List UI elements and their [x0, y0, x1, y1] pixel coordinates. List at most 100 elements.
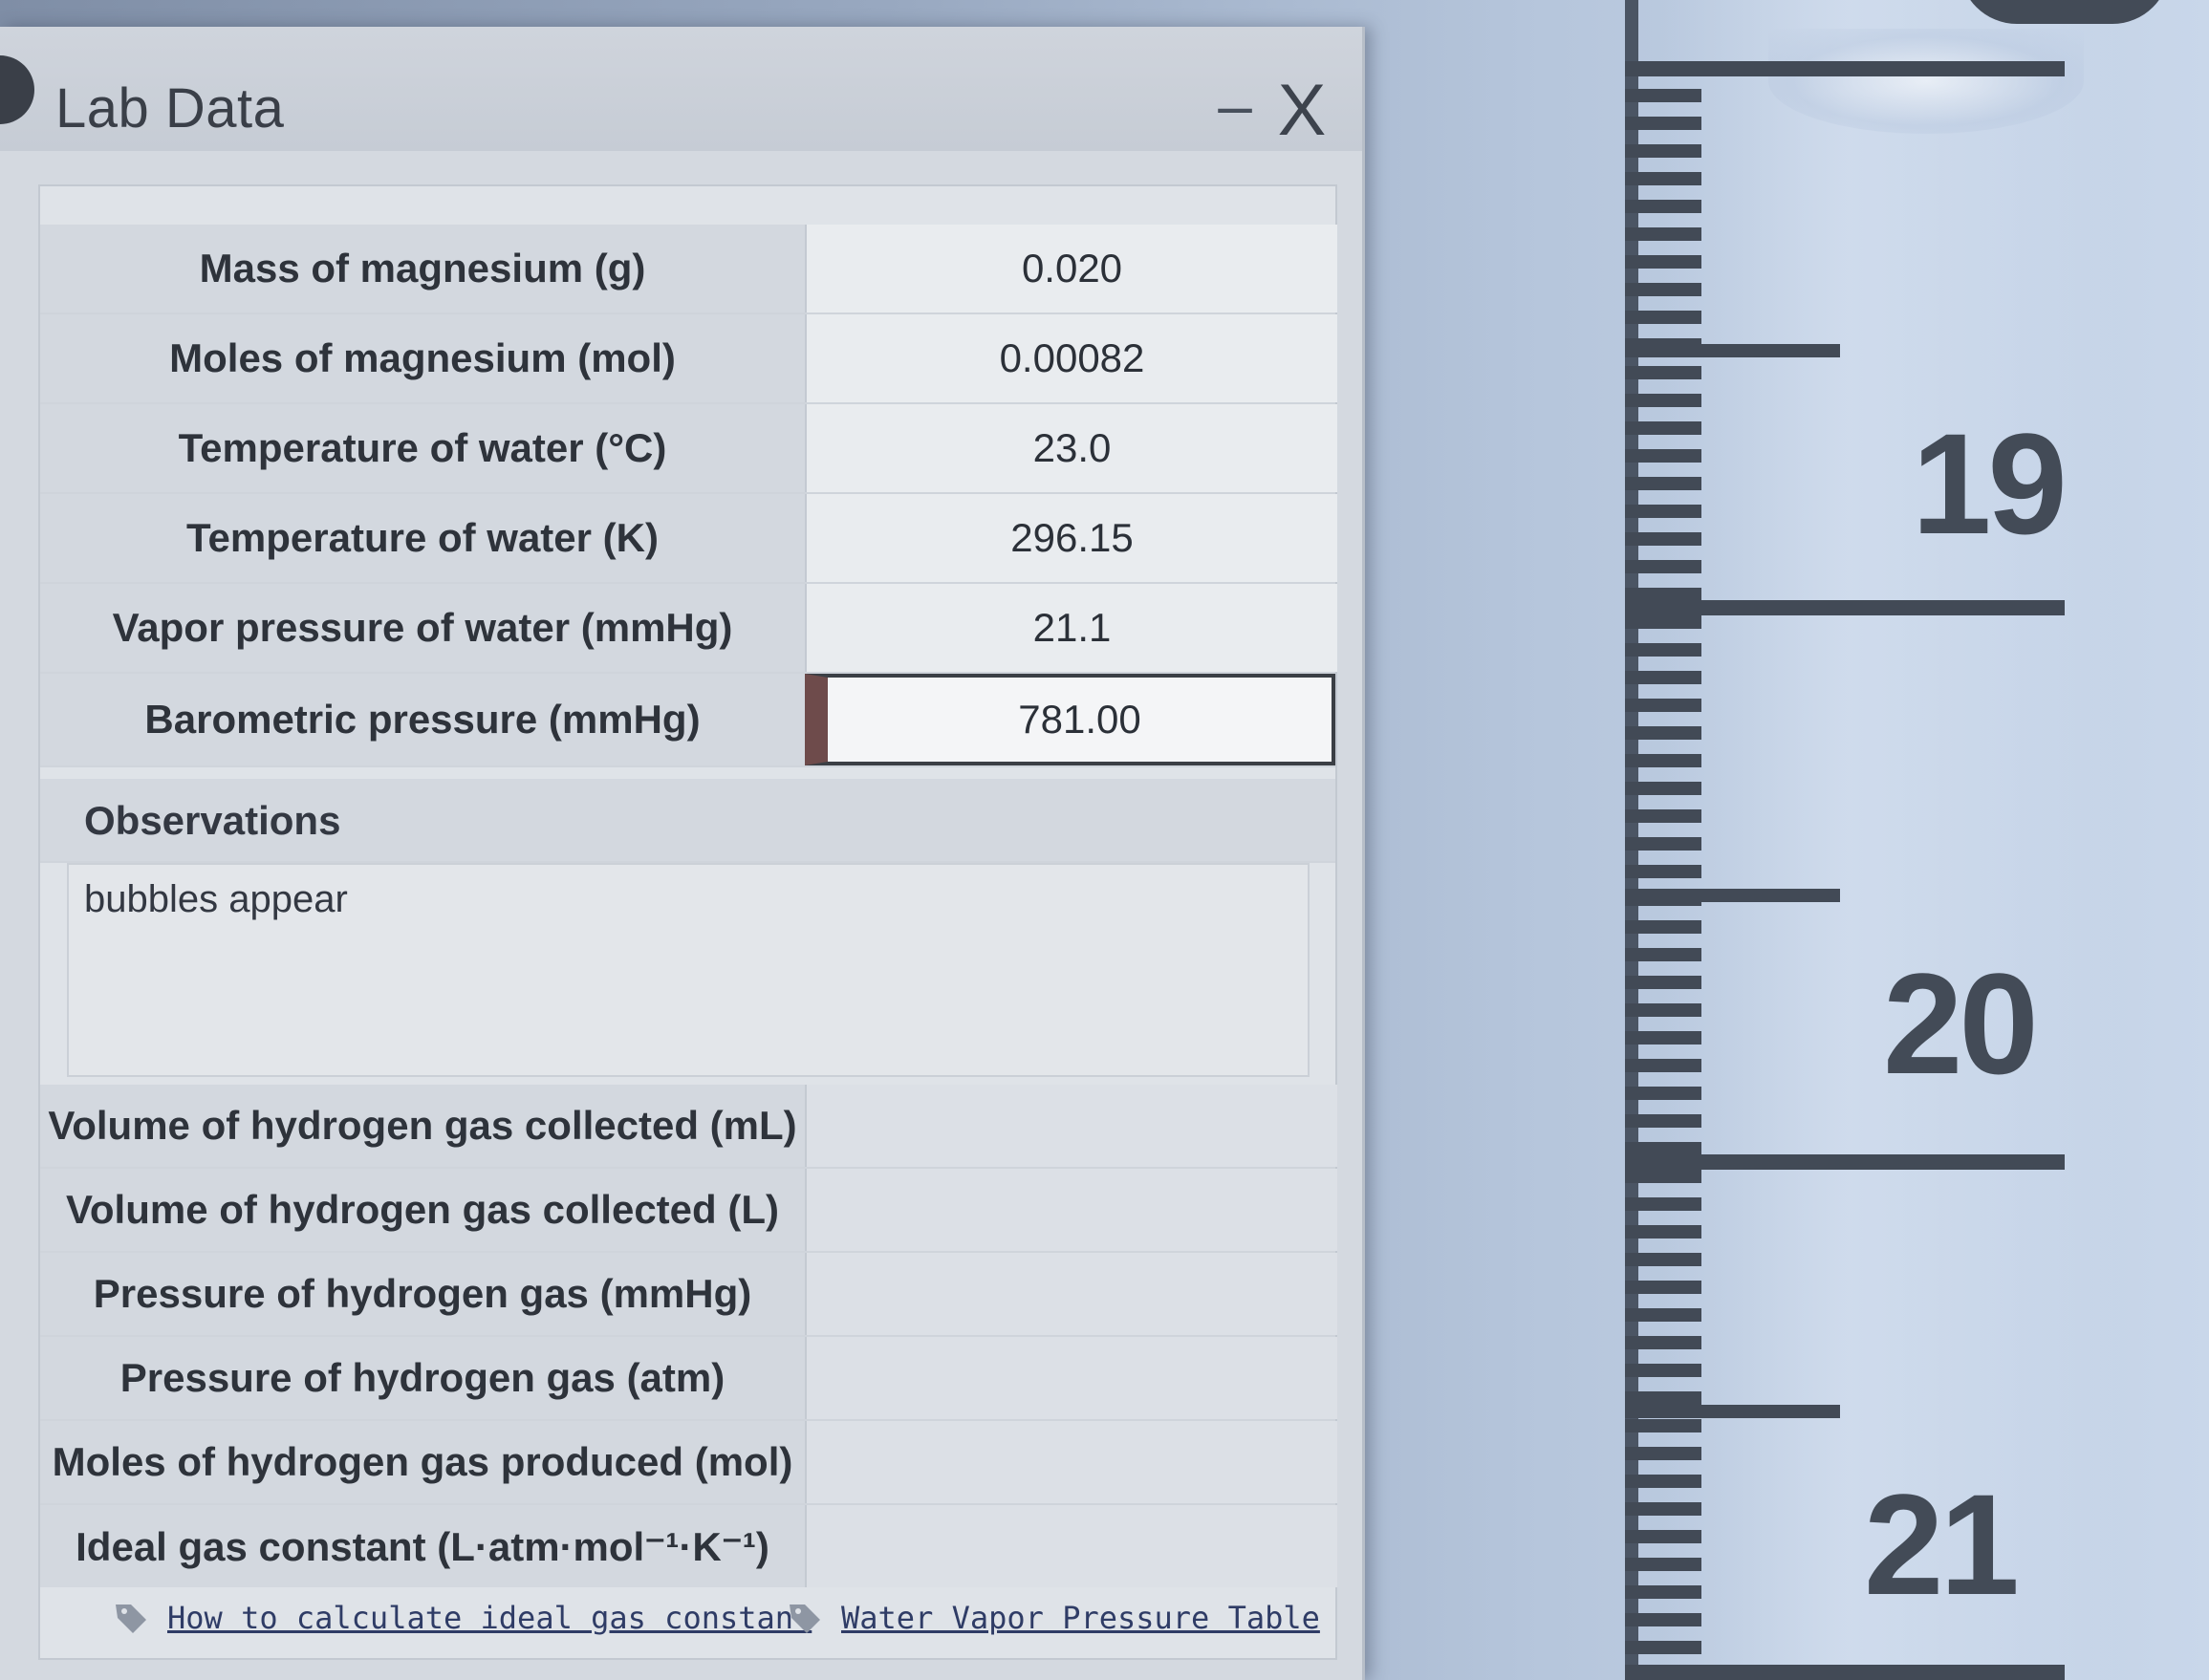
scale-tick-major — [1625, 61, 2065, 76]
scale-tick — [1625, 1613, 1701, 1626]
table-row: Moles of hydrogen gas produced (mol) — [40, 1421, 1337, 1505]
tag-icon — [116, 1605, 146, 1633]
table-row: Volume of hydrogen gas collected (L) — [40, 1169, 1337, 1253]
result-input[interactable] — [805, 1253, 1337, 1335]
vapor-pressure-table-link[interactable]: Water Vapor Pressure Table — [786, 1599, 1320, 1637]
scale-tick — [1625, 227, 1701, 241]
scale-tick — [1625, 144, 1701, 158]
scale-tick — [1625, 1336, 1701, 1349]
result-input[interactable] — [805, 1169, 1337, 1251]
scale-tick — [1625, 920, 1701, 934]
help-links: How to calculate ideal gas constant Wate… — [40, 1589, 1335, 1666]
result-input[interactable] — [805, 1505, 1337, 1587]
scale-tick — [1625, 1197, 1701, 1211]
window-title: Lab Data — [55, 77, 285, 140]
scale-tick — [1625, 837, 1701, 851]
row-value: 21.1 — [805, 584, 1337, 672]
row-label: Barometric pressure (mmHg) — [40, 674, 805, 765]
close-button[interactable]: X — [1264, 75, 1340, 147]
row-label: Temperature of water (°C) — [40, 404, 805, 492]
barometric-pressure-input[interactable]: 781.00 — [805, 674, 1335, 765]
observations-header: Observations — [40, 779, 1335, 863]
scale-tick — [1625, 505, 1701, 518]
scale-tick — [1625, 1059, 1701, 1072]
row-value: 0.020 — [805, 225, 1337, 312]
scale-tick — [1625, 615, 1701, 629]
scale-tick — [1625, 477, 1701, 490]
scale-tick — [1625, 809, 1701, 823]
scale-tick-major — [1625, 1154, 2065, 1170]
scale-tick — [1625, 699, 1701, 712]
row-label: Mass of magnesium (g) — [40, 225, 805, 312]
scale-tick — [1625, 671, 1701, 684]
table-row: Mass of magnesium (g) 0.020 — [40, 225, 1337, 314]
scale-tick — [1625, 117, 1701, 130]
lab-data-panel: Mass of magnesium (g) 0.020 Moles of mag… — [38, 184, 1337, 1660]
table-row: Temperature of water (K) 296.15 — [40, 494, 1337, 584]
scale-tick — [1625, 976, 1701, 989]
scale-tick — [1625, 200, 1701, 213]
scale-tick — [1625, 1308, 1701, 1322]
row-label: Moles of hydrogen gas produced (mol) — [40, 1421, 805, 1503]
scale-tick — [1625, 1253, 1701, 1266]
scale-tick — [1625, 726, 1701, 740]
scale-tick — [1625, 1475, 1701, 1488]
table-row: Temperature of water (°C) 23.0 — [40, 404, 1337, 494]
table-row: Pressure of hydrogen gas (atm) — [40, 1337, 1337, 1421]
result-input[interactable] — [805, 1421, 1337, 1503]
ideal-gas-help-link[interactable]: How to calculate ideal gas constant — [112, 1599, 812, 1637]
scale-tick — [1625, 1364, 1701, 1377]
scale-tick — [1625, 560, 1701, 573]
scale-tick — [1625, 366, 1701, 379]
row-label: Vapor pressure of water (mmHg) — [40, 584, 805, 672]
scale-tick — [1625, 532, 1701, 546]
table-row: Ideal gas constant (L·atm·mol⁻¹·K⁻¹) — [40, 1505, 1337, 1587]
window-titlebar[interactable]: Lab Data – X — [0, 27, 1362, 151]
scale-tick — [1625, 89, 1701, 102]
observations-text: bubbles appear — [84, 878, 348, 920]
row-label: Moles of magnesium (mol) — [40, 314, 805, 402]
scale-tick — [1625, 283, 1701, 296]
lab-data-window: Lab Data – X Mass of magnesium (g) 0.020… — [0, 27, 1365, 1680]
scale-tick — [1625, 311, 1701, 324]
scale-tick — [1625, 865, 1701, 878]
row-label: Pressure of hydrogen gas (mmHg) — [40, 1253, 805, 1335]
scale-tick — [1625, 1419, 1701, 1432]
scale-tick — [1625, 1447, 1701, 1460]
scale-tick — [1625, 1585, 1701, 1599]
meniscus — [1768, 29, 2084, 134]
ideal-gas-link-text[interactable]: How to calculate ideal gas constant — [167, 1600, 812, 1636]
scale-tick — [1625, 421, 1701, 435]
scale-tick — [1625, 1087, 1701, 1100]
scale-tick — [1625, 1142, 1701, 1155]
table-row: Barometric pressure (mmHg) 781.00 — [40, 674, 1335, 767]
vapor-table-link-text[interactable]: Water Vapor Pressure Table — [841, 1600, 1320, 1636]
result-input[interactable] — [805, 1085, 1337, 1167]
scale-tick — [1625, 1031, 1701, 1045]
result-input[interactable] — [805, 1337, 1337, 1419]
scale-tick — [1625, 1225, 1701, 1238]
scale-tick — [1625, 255, 1701, 269]
window-badge-icon — [0, 55, 34, 124]
tag-icon — [790, 1605, 820, 1633]
tube-glass — [1663, 0, 2122, 1680]
scale-tick — [1625, 394, 1701, 407]
row-label: Temperature of water (K) — [40, 494, 805, 582]
observations-textarea[interactable]: bubbles appear — [67, 863, 1310, 1077]
table-row: Pressure of hydrogen gas (mmHg) — [40, 1253, 1337, 1337]
scale-tick — [1625, 1114, 1701, 1128]
scale-tick — [1625, 172, 1701, 185]
scale-number-20: 20 — [1883, 943, 2039, 1104]
table-row: Moles of magnesium (mol) 0.00082 — [40, 314, 1337, 404]
scale-tick-mid — [1625, 889, 1840, 902]
table-row: Volume of hydrogen gas collected (mL) — [40, 1085, 1337, 1169]
observations-heading: Observations — [84, 798, 341, 843]
scale-tick-major — [1625, 1665, 2065, 1680]
scale-tick — [1625, 1003, 1701, 1017]
row-label: Ideal gas constant (L·atm·mol⁻¹·K⁻¹) — [40, 1505, 805, 1587]
scale-tick — [1625, 449, 1701, 463]
table-row: Vapor pressure of water (mmHg) 21.1 — [40, 584, 1337, 674]
row-label: Pressure of hydrogen gas (atm) — [40, 1337, 805, 1419]
minimize-button[interactable]: – — [1206, 75, 1264, 136]
row-value: 23.0 — [805, 404, 1337, 492]
